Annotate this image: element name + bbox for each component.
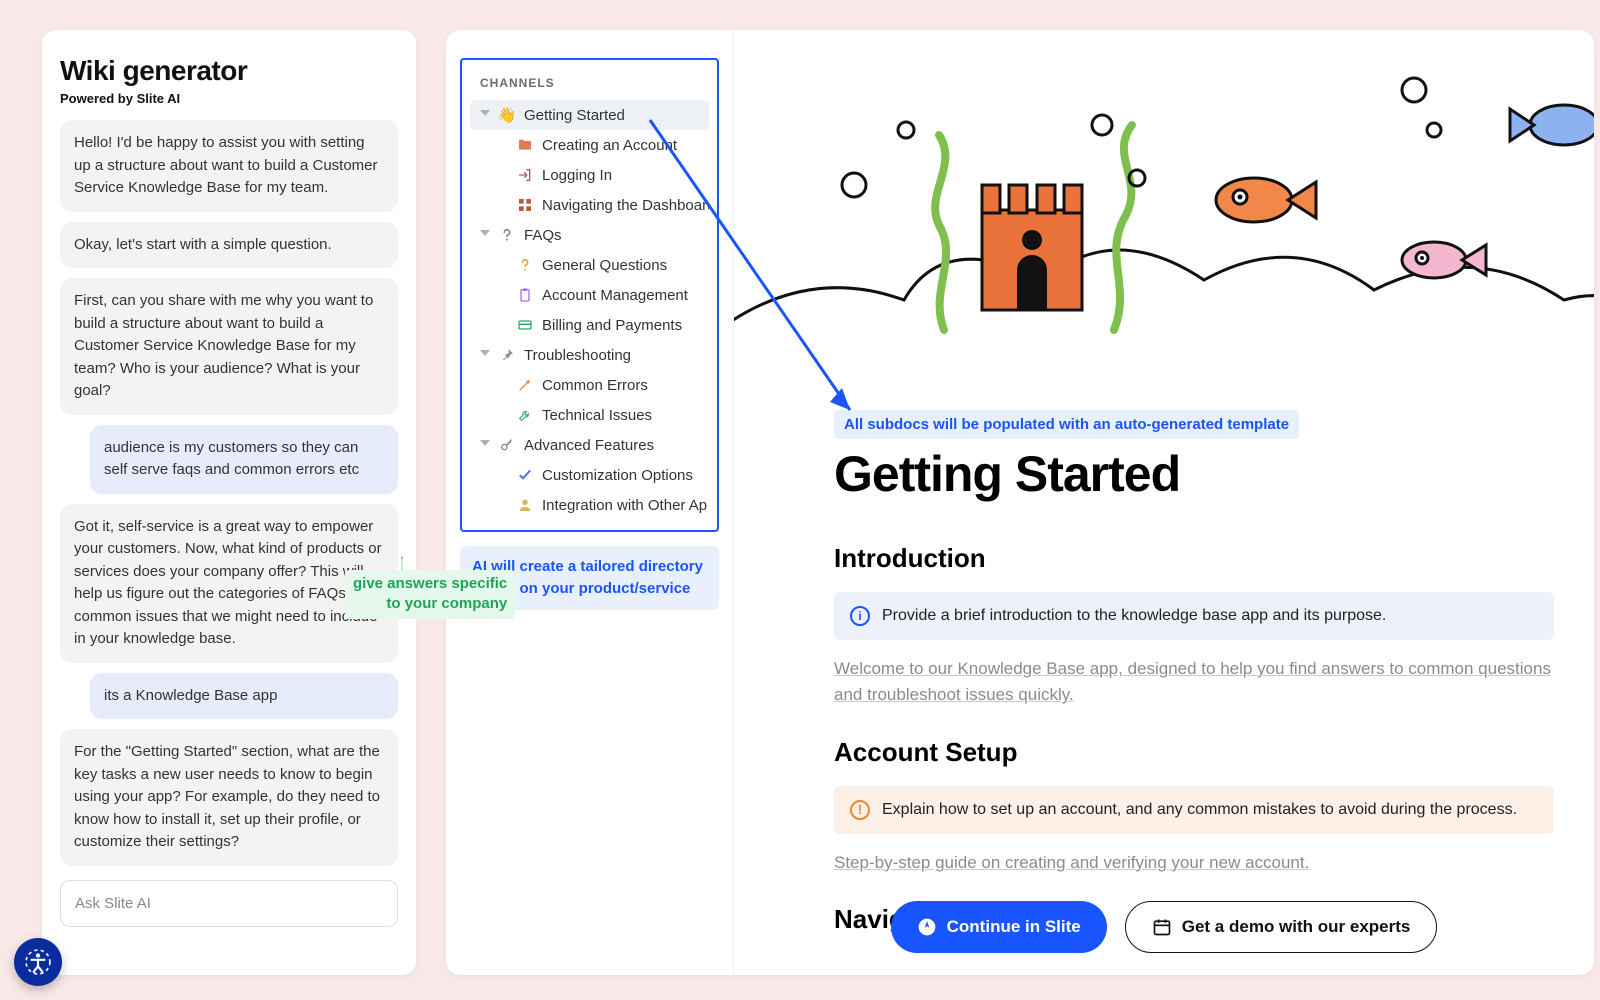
sidebar-item[interactable]: Creating an Account [470, 130, 709, 160]
section-heading: Introduction [834, 543, 1554, 574]
item-icon [516, 376, 534, 394]
chat-message: For the "Getting Started" section, what … [60, 729, 398, 866]
doc-title: Getting Started [834, 445, 1554, 503]
item-icon [516, 286, 534, 304]
continue-button[interactable]: Continue in Slite [891, 901, 1107, 953]
chevron-down-icon [480, 110, 490, 120]
chevron-down-icon [480, 440, 490, 450]
sidebar-channel[interactable]: 👋 Getting Started [470, 100, 709, 130]
channel-icon: 👋 [498, 106, 516, 124]
channel-label: FAQs [524, 227, 562, 244]
button-label: Continue in Slite [947, 917, 1081, 937]
item-label: Common Errors [542, 377, 648, 394]
info-callout: i Provide a brief introduction to the kn… [834, 592, 1554, 640]
chat-message-user: its a Knowledge Base app [90, 673, 398, 720]
warn-callout: ! Explain how to set up an account, and … [834, 786, 1554, 834]
section-body[interactable]: Step-by-step guide on creating and verif… [834, 850, 1554, 876]
item-label: Creating an Account [542, 137, 677, 154]
item-label: Logging In [542, 167, 612, 184]
document-pane: All subdocs will be populated with an au… [734, 30, 1594, 975]
item-label: Billing and Payments [542, 317, 682, 334]
channels-highlight-box: CHANNELS 👋 Getting Started Creating an Acc… [460, 58, 719, 532]
channel-icon [498, 436, 516, 454]
doc-annotation: All subdocs will be populated with an au… [834, 410, 1299, 439]
item-icon [516, 316, 534, 334]
info-icon: i [850, 606, 870, 626]
demo-button[interactable]: Get a demo with our experts [1125, 901, 1438, 953]
callout-text: Provide a brief introduction to the know… [882, 607, 1386, 625]
main-card: CHANNELS 👋 Getting Started Creating an Acc… [446, 30, 1594, 975]
chat-input[interactable]: Ask Slite AI [60, 880, 398, 927]
chat-message-user: audience is my customers so they can sel… [90, 425, 398, 494]
section-body[interactable]: Welcome to our Knowledge Base app, desig… [834, 656, 1554, 709]
item-icon [516, 166, 534, 184]
chat-panel: Wiki generator Powered by Slite AI Hello… [42, 30, 416, 975]
sidebar: CHANNELS 👋 Getting Started Creating an Acc… [446, 30, 734, 975]
item-icon [516, 466, 534, 484]
hero-illustration [734, 30, 1594, 370]
sidebar-item[interactable]: Common Errors [470, 370, 709, 400]
warning-icon: ! [850, 800, 870, 820]
callout-text: Explain how to set up an account, and an… [882, 801, 1517, 819]
calendar-icon [1152, 917, 1172, 937]
item-icon [516, 196, 534, 214]
item-label: Account Management [542, 287, 688, 304]
channel-label: Getting Started [524, 107, 625, 124]
item-label: Technical Issues [542, 407, 652, 424]
cta-bar: Continue in Slite Get a demo with our ex… [734, 901, 1594, 953]
item-label: Integration with Other Ap… [542, 497, 709, 514]
sidebar-channel[interactable]: Advanced Features [470, 430, 709, 460]
channels-heading: CHANNELS [480, 76, 709, 90]
button-label: Get a demo with our experts [1182, 917, 1411, 937]
annotation-green: give answers specific to your company [345, 570, 515, 619]
compass-icon [917, 917, 937, 937]
sidebar-item[interactable]: Account Management [470, 280, 709, 310]
channel-icon [498, 226, 516, 244]
chevron-down-icon [480, 230, 490, 240]
sidebar-channel[interactable]: Troubleshooting [470, 340, 709, 370]
chat-title: Wiki generator [60, 55, 398, 87]
chat-message: First, can you share with me why you wan… [60, 278, 398, 415]
item-label: General Questions [542, 257, 667, 274]
item-icon [516, 496, 534, 514]
sidebar-channel[interactable]: FAQs [470, 220, 709, 250]
item-label: Customization Options [542, 467, 693, 484]
item-label: Navigating the Dashboard [542, 197, 709, 214]
item-icon [516, 136, 534, 154]
sidebar-item[interactable]: Navigating the Dashboard [470, 190, 709, 220]
channel-icon [498, 346, 516, 364]
chat-message: Okay, let's start with a simple question… [60, 222, 398, 269]
chat-message: Hello! I'd be happy to assist you with s… [60, 120, 398, 212]
accessibility-widget[interactable] [14, 938, 62, 986]
sidebar-item[interactable]: Billing and Payments [470, 310, 709, 340]
sidebar-item[interactable]: Customization Options [470, 460, 709, 490]
item-icon [516, 256, 534, 274]
sidebar-item[interactable]: Technical Issues [470, 400, 709, 430]
section-heading: Account Setup [834, 737, 1554, 768]
sidebar-item[interactable]: Integration with Other Ap… [470, 490, 709, 520]
channel-label: Advanced Features [524, 437, 654, 454]
sidebar-item[interactable]: General Questions [470, 250, 709, 280]
channel-label: Troubleshooting [524, 347, 631, 364]
sidebar-item[interactable]: Logging In [470, 160, 709, 190]
item-icon [516, 406, 534, 424]
chat-subtitle: Powered by Slite AI [60, 91, 398, 106]
chevron-down-icon [480, 350, 490, 360]
